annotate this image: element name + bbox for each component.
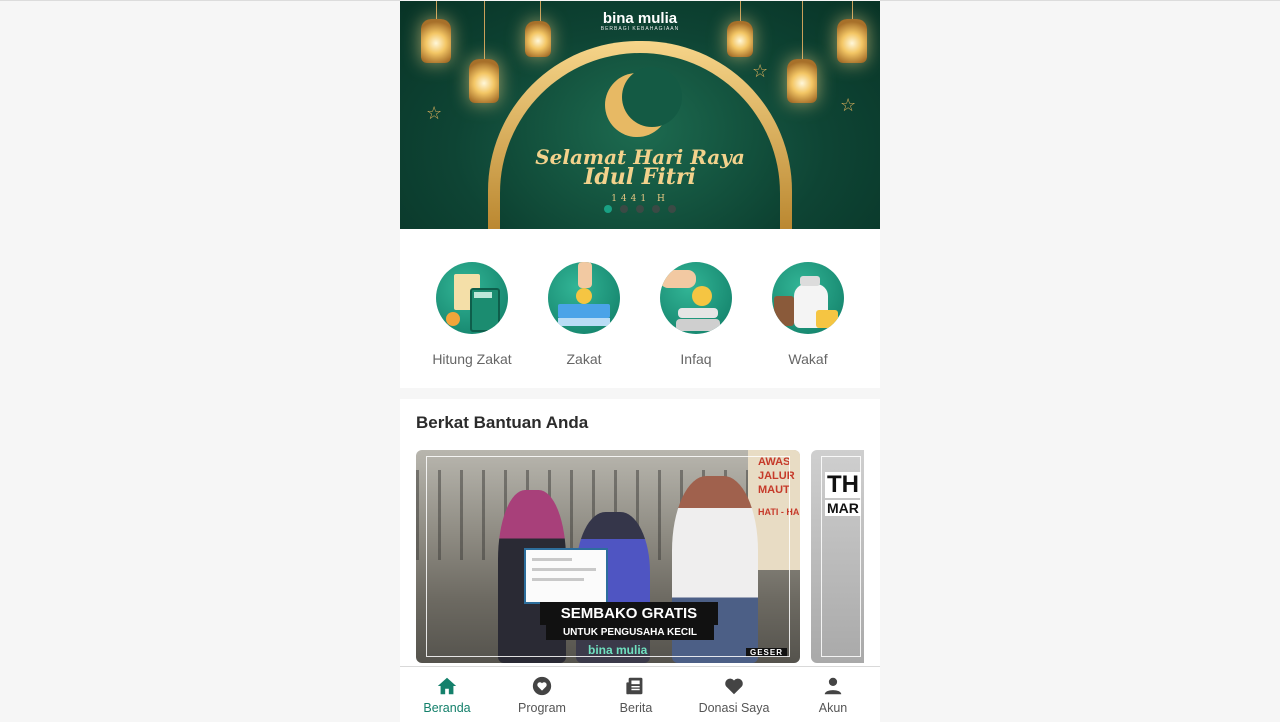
carousel-dot[interactable] — [604, 205, 612, 213]
infaq-hand-icon — [660, 262, 732, 334]
user-icon — [824, 677, 842, 695]
impact-card[interactable]: AWAS JALUR MAUT HATI - HA SEMBAKO GRATIS… — [416, 450, 800, 663]
category-label: Infaq — [680, 351, 712, 367]
banner-brand: bina mulia — [602, 10, 678, 27]
impact-carousel[interactable]: AWAS JALUR MAUT HATI - HA SEMBAKO GRATIS… — [416, 450, 864, 663]
category-label: Hitung Zakat — [432, 351, 512, 367]
banner-year: 1441 H — [611, 194, 669, 204]
carousel-dot[interactable] — [636, 205, 644, 213]
carousel-indicators — [604, 205, 676, 213]
lantern-icon — [787, 59, 817, 103]
nav-akun[interactable]: Akun — [786, 667, 880, 722]
carousel-dot[interactable] — [620, 205, 628, 213]
wakaf-bag-icon — [772, 262, 844, 334]
calculator-icon — [436, 262, 508, 334]
nav-label: Beranda — [423, 701, 471, 715]
section-title: Berkat Bantuan Anda — [416, 413, 589, 432]
category-hitung-zakat[interactable]: Hitung Zakat — [416, 262, 528, 367]
nav-berita[interactable]: Berita — [590, 667, 682, 722]
hero-banner[interactable]: ☆ ☆ ☆ bina mulia BERBAGI KEBAHAGIAAN Sel… — [400, 1, 880, 229]
bottom-navigation: Beranda Program Berita Donasi Saya Akun — [400, 666, 880, 722]
nav-label: Donasi Saya — [698, 701, 770, 715]
home-icon — [437, 677, 457, 695]
zakat-coin-icon — [548, 262, 620, 334]
lantern-icon — [469, 59, 499, 103]
carousel-dot[interactable] — [668, 205, 676, 213]
app-container: ☆ ☆ ☆ bina mulia BERBAGI KEBAHAGIAAN Sel… — [400, 0, 880, 722]
category-label: Zakat — [566, 351, 602, 367]
star-icon: ☆ — [426, 103, 443, 124]
heart-icon — [725, 678, 743, 695]
nav-label: Berita — [619, 701, 653, 715]
category-infaq[interactable]: Infaq — [640, 262, 752, 367]
nav-label: Akun — [818, 701, 848, 715]
impact-section: Berkat Bantuan Anda AWAS JALUR MAUT HATI… — [400, 399, 880, 699]
heart-circle-icon — [532, 676, 552, 696]
star-icon: ☆ — [752, 61, 769, 82]
banner-greeting-line2: Idul Fitri — [584, 164, 696, 190]
category-label: Wakaf — [788, 351, 828, 367]
carousel-dot[interactable] — [652, 205, 660, 213]
card-frame — [426, 456, 790, 657]
impact-card[interactable]: TH MAR — [811, 450, 864, 663]
nav-donasi-saya[interactable]: Donasi Saya — [682, 667, 786, 722]
banner-brand-tagline: BERBAGI KEBAHAGIAAN — [600, 26, 680, 32]
nav-label: Program — [518, 701, 566, 715]
category-menu: Hitung Zakat Zakat Infaq Wakaf — [400, 229, 880, 388]
newspaper-icon — [626, 677, 643, 695]
nav-program[interactable]: Program — [494, 667, 590, 722]
card-frame — [821, 456, 861, 657]
nav-beranda[interactable]: Beranda — [400, 667, 494, 722]
category-wakaf[interactable]: Wakaf — [752, 262, 864, 367]
star-icon: ☆ — [840, 95, 857, 116]
category-zakat[interactable]: Zakat — [528, 262, 640, 367]
crescent-cut — [622, 67, 682, 127]
